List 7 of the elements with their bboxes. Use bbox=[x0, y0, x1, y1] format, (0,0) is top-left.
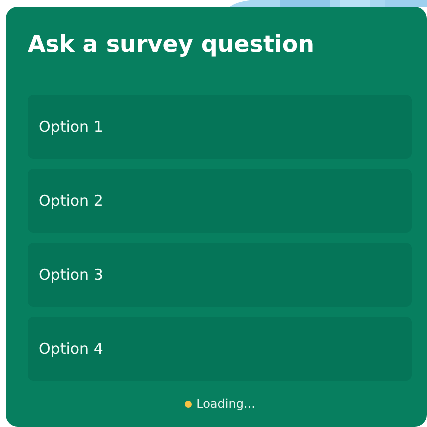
option-button[interactable]: Option 4 bbox=[28, 317, 412, 381]
status-dot-icon bbox=[184, 400, 192, 408]
loading-text: Loading... bbox=[196, 397, 256, 411]
option-button[interactable]: Option 3 bbox=[28, 243, 412, 307]
option-button[interactable]: Option 2 bbox=[28, 169, 412, 233]
option-button[interactable]: Option 1 bbox=[28, 95, 412, 159]
question-title: Ask a survey question bbox=[28, 31, 315, 60]
